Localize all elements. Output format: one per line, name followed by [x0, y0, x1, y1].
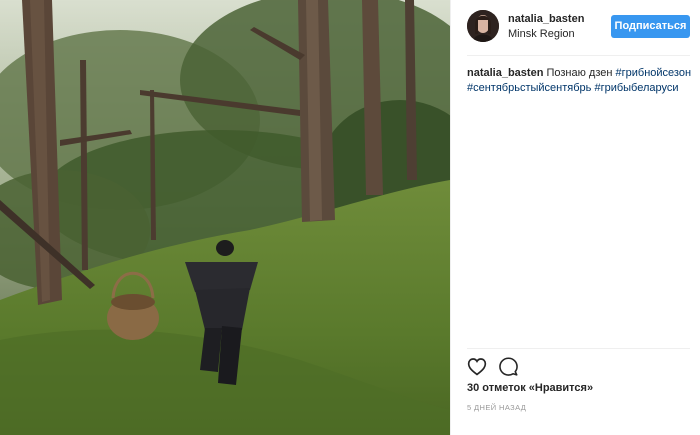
heart-icon[interactable] — [467, 357, 487, 381]
post-timestamp[interactable]: 5 ДНЕЙ НАЗАД — [467, 403, 526, 412]
post-side-panel: natalia_basten Minsk Region Подписаться … — [450, 0, 700, 435]
caption-username[interactable]: natalia_basten — [467, 67, 543, 79]
likes-count[interactable]: 30 отметок «Нравится» — [467, 382, 593, 394]
location-link[interactable]: Minsk Region — [508, 28, 575, 40]
header-divider — [467, 55, 690, 56]
username[interactable]: natalia_basten — [508, 13, 584, 25]
hashtag-link[interactable]: #сентябрьстыйсентябрь — [467, 82, 591, 94]
instagram-post: natalia_basten Minsk Region Подписаться … — [0, 0, 700, 435]
profile-photo — [467, 10, 499, 42]
actions-divider — [467, 348, 690, 349]
post-caption: natalia_basten Познаю дзен #грибнойсезон… — [467, 66, 695, 96]
comment-icon[interactable] — [499, 357, 518, 381]
hashtag-link[interactable]: #грибыбеларуси — [594, 82, 678, 94]
caption-text: Познаю дзен — [546, 67, 613, 79]
follow-button[interactable]: Подписаться — [611, 15, 690, 38]
post-photo[interactable] — [0, 0, 450, 435]
forest-scene-image — [0, 0, 450, 435]
hashtag-link[interactable]: #грибнойсезон — [616, 67, 692, 79]
post-header: natalia_basten Minsk Region Подписаться — [467, 10, 690, 44]
avatar[interactable] — [467, 10, 499, 42]
